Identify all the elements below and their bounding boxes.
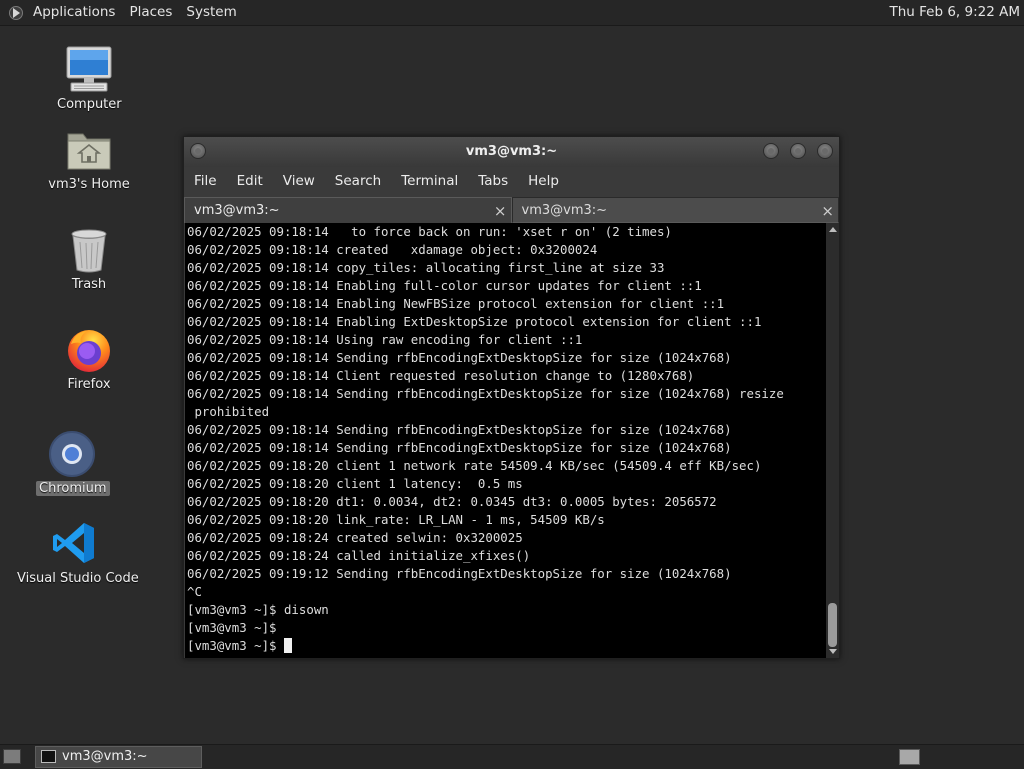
terminal-icon <box>41 750 56 763</box>
terminal-line: 06/02/2025 09:18:20 client 1 network rat… <box>187 458 762 473</box>
desktop-icon-computer[interactable]: Computer <box>54 44 124 112</box>
tab-1[interactable]: vm3@vm3:~ × <box>184 197 512 223</box>
tab-2[interactable]: vm3@vm3:~ × <box>511 197 839 224</box>
tab-bar: vm3@vm3:~ × vm3@vm3:~ × <box>184 197 839 223</box>
terminal-line: 06/02/2025 09:18:14 Sending rfbEncodingE… <box>187 422 732 437</box>
terminal-line: 06/02/2025 09:18:14 Enabling ExtDesktopS… <box>187 314 762 329</box>
terminal-line: 06/02/2025 09:18:14 created xdamage obje… <box>187 242 598 257</box>
desktop-icon-firefox[interactable]: Firefox <box>54 326 124 392</box>
desktop-icon-label: vm3's Home <box>48 177 130 192</box>
window-title: vm3@vm3:~ <box>465 144 558 159</box>
menu-edit[interactable]: Edit <box>227 173 273 189</box>
scrollbar-thumb[interactable] <box>828 603 837 647</box>
terminal-line: 06/02/2025 09:18:24 called initialize_xf… <box>187 548 531 563</box>
terminal-line: 06/02/2025 09:18:14 Client requested res… <box>187 368 695 383</box>
trash-icon <box>71 229 107 273</box>
menu-tabs[interactable]: Tabs <box>468 173 518 189</box>
terminal-line: 06/02/2025 09:18:14 copy_tiles: allocati… <box>187 260 665 275</box>
system-menu[interactable]: System <box>179 0 243 25</box>
menu-file[interactable]: File <box>184 173 227 189</box>
tab-label: vm3@vm3:~ <box>194 203 280 218</box>
terminal-line: 06/02/2025 09:19:12 Sending rfbEncodingE… <box>187 566 732 581</box>
scroll-down-icon[interactable] <box>829 649 837 654</box>
desktop-icon-label: Chromium <box>36 481 110 496</box>
terminal-line: prohibited <box>187 404 270 419</box>
applications-logo-icon[interactable] <box>8 5 24 21</box>
terminal-line: 06/02/2025 09:18:14 Sending rfbEncodingE… <box>187 440 732 455</box>
minimize-button[interactable] <box>763 143 779 159</box>
desktop-icon-trash[interactable]: Trash <box>54 228 124 292</box>
terminal-line: 06/02/2025 09:18:14 Sending rfbEncodingE… <box>187 350 732 365</box>
home-folder-icon <box>67 133 111 170</box>
firefox-icon <box>68 330 110 372</box>
terminal-line: 06/02/2025 09:18:14 Enabling NewFBSize p… <box>187 296 725 311</box>
clock[interactable]: Thu Feb 6, 9:22 AM <box>889 0 1020 25</box>
desktop-icon-label: Trash <box>71 277 107 292</box>
taskbar-label: vm3@vm3:~ <box>62 749 148 764</box>
menu-view[interactable]: View <box>273 173 325 189</box>
terminal-line: ^C <box>187 584 202 599</box>
desktop-icon-chromium[interactable]: Chromium <box>36 430 110 496</box>
top-panel: Applications Places System Thu Feb 6, 9:… <box>0 0 1024 26</box>
tab-close-icon[interactable]: × <box>494 198 507 224</box>
places-menu[interactable]: Places <box>122 0 179 25</box>
tab-close-icon[interactable]: × <box>821 198 834 224</box>
tab-label: vm3@vm3:~ <box>521 203 608 218</box>
terminal-output[interactable]: 06/02/2025 09:18:14 to force back on run… <box>185 223 826 658</box>
terminal-line: 06/02/2025 09:18:14 to force back on run… <box>187 224 672 239</box>
terminal-prompt-line[interactable]: [vm3@vm3 ~]$ <box>185 637 826 655</box>
maximize-button[interactable] <box>790 143 806 159</box>
terminal-line: [vm3@vm3 ~]$ <box>187 620 277 635</box>
terminal-line: [vm3@vm3 ~]$ disown <box>187 602 329 617</box>
window-titlebar[interactable]: vm3@vm3:~ <box>184 137 839 167</box>
menubar: File Edit View Search Terminal Tabs Help <box>184 167 839 195</box>
menu-search[interactable]: Search <box>325 173 391 189</box>
desktop-icon-label: Visual Studio Code <box>17 571 139 586</box>
desktop-icon-label: Computer <box>57 97 122 112</box>
desktop-icon-label: Firefox <box>67 377 111 392</box>
close-button[interactable] <box>817 143 833 159</box>
terminal-line: 06/02/2025 09:18:14 Using raw encoding f… <box>187 332 583 347</box>
terminal-line: 06/02/2025 09:18:20 link_rate: LR_LAN - … <box>187 512 605 527</box>
terminal-line: 06/02/2025 09:18:14 Sending rfbEncodingE… <box>187 386 784 401</box>
terminal-prompt: [vm3@vm3 ~]$ <box>187 638 284 653</box>
menu-terminal[interactable]: Terminal <box>391 173 468 189</box>
chromium-icon <box>49 431 95 477</box>
bottom-panel: vm3@vm3:~ <box>0 744 1024 769</box>
show-desktop-icon[interactable] <box>3 749 21 764</box>
window-menu-button[interactable] <box>190 143 206 159</box>
vscode-icon <box>53 523 94 563</box>
terminal-line: 06/02/2025 09:18:14 Enabling full-color … <box>187 278 702 293</box>
terminal-line: 06/02/2025 09:18:20 dt1: 0.0034, dt2: 0.… <box>187 494 717 509</box>
computer-icon <box>66 46 112 92</box>
workspace-switcher[interactable] <box>899 749 920 765</box>
scroll-up-icon[interactable] <box>829 227 837 232</box>
terminal-window[interactable]: vm3@vm3:~ File Edit View Search Terminal… <box>183 136 840 659</box>
text-cursor <box>283 638 292 653</box>
desktop-icon-home[interactable]: vm3's Home <box>44 128 134 192</box>
applications-menu[interactable]: Applications <box>26 0 122 25</box>
taskbar-terminal-button[interactable]: vm3@vm3:~ <box>35 746 202 768</box>
terminal-line: 06/02/2025 09:18:20 client 1 latency: 0.… <box>187 476 523 491</box>
terminal-scrollbar[interactable] <box>826 223 839 658</box>
desktop-icon-vscode[interactable]: Visual Studio Code <box>14 520 139 586</box>
menu-help[interactable]: Help <box>518 173 569 189</box>
terminal-line: 06/02/2025 09:18:24 created selwin: 0x32… <box>187 530 523 545</box>
